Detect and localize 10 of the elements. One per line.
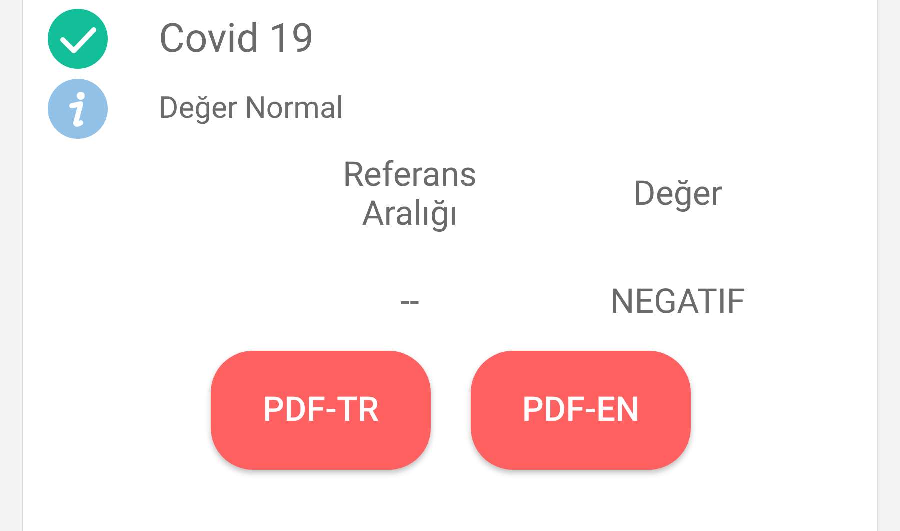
check-circle-icon [48, 9, 108, 69]
pdf-button[interactable]: PDF-EN [471, 351, 691, 470]
result-note: Değer Normal [159, 94, 344, 124]
table-cell-text: NEGATIF [610, 280, 746, 324]
pdf-button[interactable]: PDF-TR [211, 351, 431, 470]
table-cell-text: -- [400, 280, 420, 324]
column-header: Değer [632, 175, 724, 215]
column-header: Referans Aralığı [342, 156, 478, 234]
test-title: Covid 19 [159, 19, 314, 59]
info-icon [48, 79, 108, 139]
